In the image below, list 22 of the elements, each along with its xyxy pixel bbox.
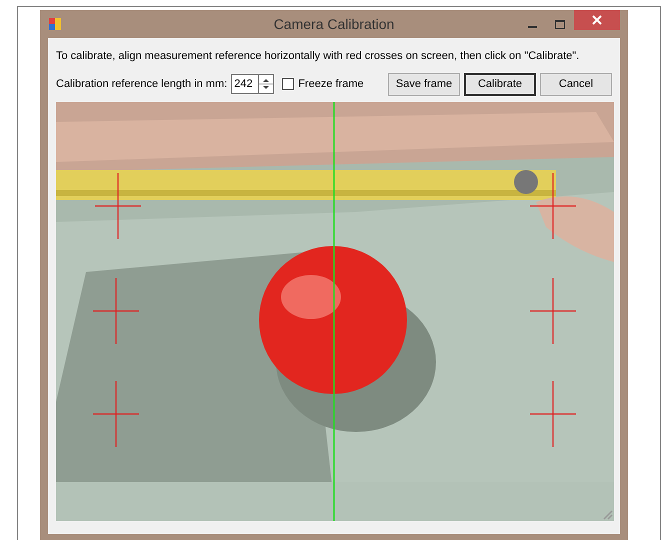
maximize-icon [555, 20, 565, 28]
window-title: Camera Calibration [274, 14, 394, 34]
app-icon [48, 17, 62, 31]
crosshair-marker [93, 278, 139, 344]
length-label: Calibration reference length in mm: [56, 76, 228, 92]
crosshair-marker [93, 380, 139, 446]
dialog-button[interactable]: Cancel [540, 72, 612, 96]
close-icon [592, 15, 602, 25]
instruction-text: To calibrate, align measurement reference horizontally with red crosses on screen, then click on "Calibrate". [56, 49, 580, 64]
crosshair-marker [530, 278, 576, 344]
close-button[interactable] [574, 10, 620, 30]
crosshair-marker [530, 172, 576, 238]
crosshair-marker [530, 380, 576, 446]
resize-grip[interactable] [601, 508, 613, 520]
crosshair-marker [95, 172, 141, 238]
dialog-button[interactable]: Save frame [388, 72, 460, 96]
freeze-checkbox[interactable] [282, 78, 294, 90]
minimize-icon [528, 26, 536, 28]
dialog-button[interactable]: Calibrate [464, 72, 536, 96]
spin-arrows[interactable] [258, 74, 274, 94]
length-input[interactable]: 242 [231, 74, 258, 94]
freeze-label: Freeze frame [298, 76, 364, 92]
